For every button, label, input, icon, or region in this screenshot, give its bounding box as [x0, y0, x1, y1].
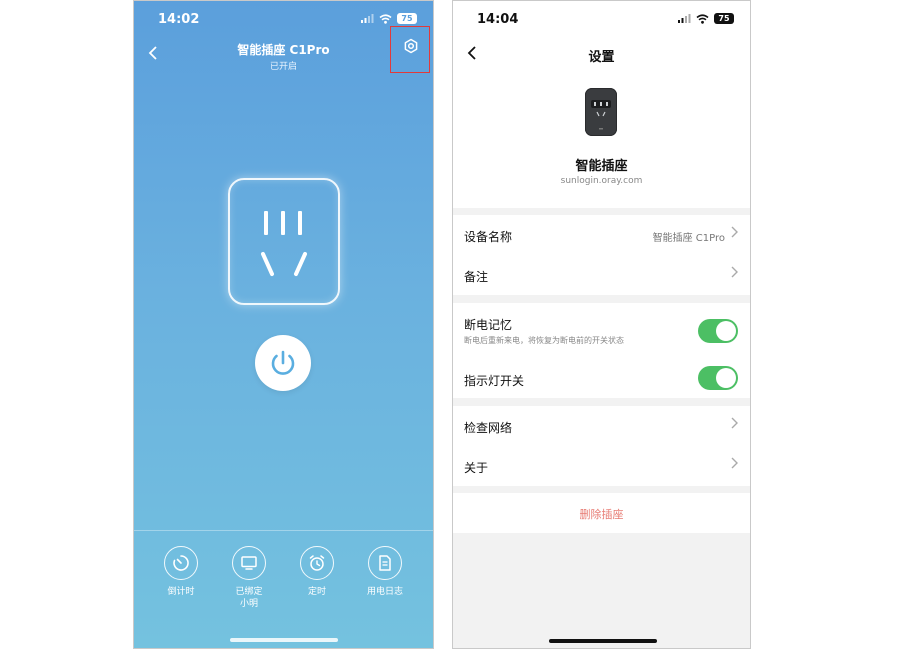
power-toggle-button[interactable]: [255, 335, 311, 391]
countdown-icon: [173, 555, 189, 571]
settings-group-misc: 检查网络 关于: [453, 406, 750, 486]
chevron-right-icon: [731, 266, 738, 282]
chevron-right-icon: [731, 226, 738, 242]
settings-button[interactable]: [390, 26, 430, 73]
settings-group-basic: 设备名称 智能插座 C1Pro 备注: [453, 215, 750, 295]
power-icon: [271, 350, 295, 375]
wifi-icon: [379, 13, 392, 24]
status-bar: 14:04 75: [453, 1, 750, 37]
battery-indicator: 75: [397, 13, 417, 24]
note-row[interactable]: 备注: [453, 255, 750, 295]
power-memory-label: 断电记忆: [464, 318, 513, 332]
device-status-subtitle: 已开启: [269, 62, 297, 72]
power-memory-toggle[interactable]: [698, 319, 738, 343]
page-title: 设置: [588, 50, 615, 65]
indicator-light-row: 指示灯开关: [453, 359, 750, 399]
settings-hexagon-icon: [404, 38, 418, 54]
device-name-heading: 智能插座: [575, 159, 628, 174]
about-row[interactable]: 关于: [453, 446, 750, 486]
status-time: 14:02: [158, 12, 200, 27]
indicator-light-label: 指示灯开关: [464, 374, 525, 388]
indicator-light-toggle[interactable]: [698, 366, 738, 390]
nav-bar: 智能插座 C1Pro 已开启: [134, 37, 433, 73]
home-indicator[interactable]: [549, 639, 657, 643]
wifi-icon: [696, 13, 709, 24]
power-memory-row: 断电记忆 断电后重新来电，将恢复为断电前的开关状态: [453, 303, 750, 355]
battery-indicator: 75: [714, 13, 734, 24]
socket-illustration: [228, 178, 340, 305]
monitor-icon: [241, 556, 257, 570]
divider: [134, 530, 433, 531]
signal-icon: [361, 14, 374, 23]
note-label: 备注: [464, 270, 489, 284]
countdown-button[interactable]: 倒计时: [156, 546, 206, 598]
document-icon: [379, 555, 391, 571]
smart-plug-image: [585, 88, 617, 136]
settings-screen: 14:04 75 设置 智能插座 sunlogin.oray.com 设备名称 …: [452, 0, 751, 649]
about-label: 关于: [464, 461, 489, 475]
status-time: 14:04: [477, 12, 519, 27]
bound-user-button[interactable]: 已绑定 小明: [224, 546, 274, 610]
chevron-right-icon: [731, 417, 738, 433]
schedule-button[interactable]: 定时: [292, 546, 342, 598]
delete-plug-button[interactable]: 删除插座: [453, 506, 750, 522]
schedule-label: 定时: [307, 587, 326, 597]
plug-face-icon: [591, 100, 611, 130]
alarm-clock-icon: [309, 555, 325, 571]
device-name-label: 设备名称: [464, 230, 513, 244]
home-indicator[interactable]: [230, 638, 338, 642]
device-control-screen: 14:02 75 智能插座 C1Pro 已开启 倒计时 已绑定 小明 定时 用电…: [133, 0, 434, 649]
countdown-label: 倒计时: [167, 587, 195, 597]
bound-user-label: 已绑定 小明: [235, 587, 263, 609]
status-bar: 14:02 75: [134, 1, 433, 37]
device-name-row[interactable]: 设备名称 智能插座 C1Pro: [453, 215, 750, 255]
signal-icon: [678, 14, 691, 23]
chevron-right-icon: [731, 457, 738, 473]
device-url: sunlogin.oray.com: [560, 176, 643, 186]
power-memory-description: 断电后重新来电，将恢复为断电前的开关状态: [464, 336, 624, 345]
socket-outlet-icon: [261, 211, 307, 276]
device-name-value: 智能插座 C1Pro: [652, 233, 725, 244]
power-log-button[interactable]: 用电日志: [360, 546, 410, 598]
power-log-label: 用电日志: [366, 587, 403, 597]
check-network-label: 检查网络: [464, 421, 513, 435]
page-title: 智能插座 C1Pro: [237, 43, 330, 57]
check-network-row[interactable]: 检查网络: [453, 406, 750, 446]
delete-group: 删除插座: [453, 493, 750, 533]
settings-group-toggles: 断电记忆 断电后重新来电，将恢复为断电前的开关状态 指示灯开关: [453, 303, 750, 398]
